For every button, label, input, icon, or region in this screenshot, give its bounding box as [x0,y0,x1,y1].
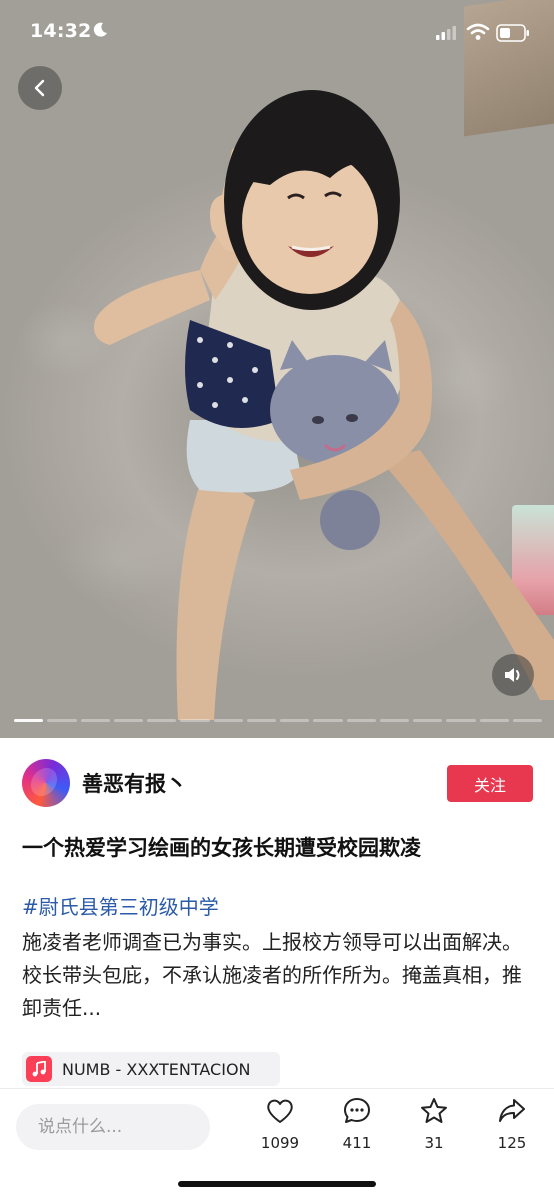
battery-icon [496,24,529,42]
post-body: 施凌者老师调查已为事实。上报校方领导可以出面解决。校长带头包庇，不承认施凌者的所… [22,930,522,1020]
heart-icon [267,1099,293,1123]
like-button[interactable]: 1099 [250,1096,310,1156]
slide-indicator [14,719,542,723]
home-indicator [178,1181,376,1187]
girl-photo-illustration [94,90,554,720]
slide-dot [246,719,276,722]
post-title: 一个热爱学习绘画的女孩长期遭受校园欺凌 [22,836,421,860]
music-note-icon [26,1056,52,1082]
favorite-count: 31 [424,1134,444,1152]
slide-dot [280,719,310,722]
status-time: 14:32 [30,20,92,42]
comment-button[interactable]: 411 [327,1096,387,1156]
speaker-icon [505,668,520,682]
comment-input[interactable] [16,1104,210,1150]
slide-dot [80,719,110,722]
like-count: 1099 [260,1134,300,1152]
slide-dot [14,719,44,722]
share-count: 125 [497,1134,527,1152]
post-photo[interactable]: 14:32 [0,0,554,738]
slide-dot [346,719,376,722]
hashtag-link[interactable]: #尉氏县第三初级中学 [22,891,219,920]
wifi-icon [466,23,490,40]
slide-dot [379,719,409,722]
favorite-button[interactable]: 31 [404,1096,464,1156]
author-name[interactable]: 善恶有报丶 [82,768,187,798]
slide-dot [479,719,509,722]
chevron-left-icon [34,79,45,97]
cellular-signal-icon [436,26,456,40]
slide-dot [313,719,343,722]
star-icon [421,1098,447,1123]
slide-dot [180,719,210,722]
sound-toggle-button[interactable] [492,654,534,696]
music-label: NUMB - XXXTENTACION [62,1059,251,1079]
slide-dot [47,719,77,722]
follow-button[interactable]: 关注 [447,765,533,802]
slide-dot [213,719,243,722]
comment-count: 411 [342,1134,372,1152]
music-tag[interactable]: NUMB - XXXTENTACION [22,1052,280,1086]
slide-dot [413,719,443,722]
slide-dot [113,719,143,722]
avatar[interactable] [22,759,70,807]
moon-icon [93,22,107,37]
slide-dot [512,719,542,722]
slide-dot [446,719,476,722]
share-button[interactable]: 125 [482,1096,542,1156]
back-button[interactable] [18,66,62,110]
share-arrow-icon [499,1099,525,1122]
comment-bubble-icon [344,1098,370,1123]
slide-dot [147,719,177,722]
